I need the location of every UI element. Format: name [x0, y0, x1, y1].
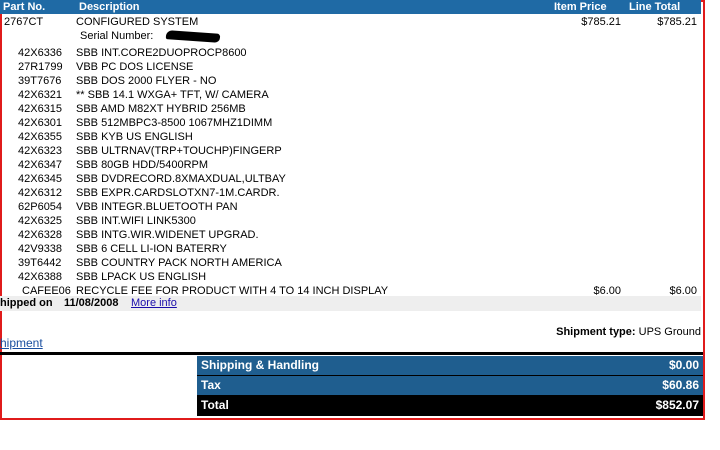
- description: SBB 512MBPC3-8500 1067MHZ1DIMM: [76, 117, 273, 129]
- part-no: 42X6388: [18, 271, 63, 283]
- col-item-price: Item Price: [554, 1, 607, 13]
- part-no: 27R1799: [18, 61, 63, 73]
- description: SBB COUNTRY PACK NORTH AMERICA: [76, 257, 282, 269]
- shipment-type: Shipment type: UPS Ground: [556, 325, 701, 339]
- totals-divider: [0, 352, 703, 355]
- serial-row: Serial Number:: [0, 29, 701, 43]
- table-row: 42X6336 SBB INT.CORE2DUOPROCP8600: [0, 46, 701, 60]
- description: SBB INTG.WIR.WIDENET UPGRAD.: [76, 229, 259, 241]
- totals-table: Shipping & Handling $0.00 Tax $60.86 Tot…: [197, 356, 703, 416]
- description: SBB AMD M82XT HYBRID 256MB: [76, 103, 246, 115]
- description: VBB INTEGR.BLUETOOTH PAN: [76, 201, 238, 213]
- part-no: 42X6345: [18, 173, 63, 185]
- table-row: 42X6323 SBB ULTRNAV(TRP+TOUCHP)FINGERP: [0, 144, 701, 158]
- description: SBB LPACK US ENGLISH: [76, 271, 207, 283]
- tax-row: Tax $60.86: [197, 376, 703, 396]
- part-no: 42X6328: [18, 229, 63, 241]
- part-no: 42X6323: [18, 145, 63, 157]
- shipment-type-label: Shipment type:: [556, 326, 636, 338]
- table-row: 42V9338 SBB 6 CELL LI-ION BATERRY: [0, 242, 701, 256]
- description: SBB ULTRNAV(TRP+TOUCHP)FINGERP: [76, 145, 282, 157]
- tax-value: $60.86: [662, 378, 699, 392]
- shipment-link[interactable]: hipment: [0, 336, 43, 350]
- shipped-bar: hipped on 11/08/2008 More info: [0, 296, 701, 311]
- description: SBB EXPR.CARDSLOTXN7-1M.CARDR.: [76, 187, 280, 199]
- description: VBB PC DOS LICENSE: [76, 61, 194, 73]
- table-row: 27R1799 VBB PC DOS LICENSE: [0, 60, 701, 74]
- part-no: 39T7676: [18, 75, 62, 87]
- main-item-row: 2767CT CONFIGURED SYSTEM $785.21 $785.21: [0, 15, 701, 29]
- description: ** SBB 14.1 WXGA+ TFT, W/ CAMERA: [76, 89, 269, 101]
- tax-label: Tax: [201, 378, 221, 392]
- table-row: 42X6347 SBB 80GB HDD/5400RPM: [0, 158, 701, 172]
- table-header: Part No. Description Item Price Line Tot…: [0, 0, 701, 14]
- part-no: 39T6442: [18, 257, 62, 269]
- table-row: 42X6301 SBB 512MBPC3-8500 1067MHZ1DIMM: [0, 116, 701, 130]
- part-no: 42V9338: [18, 243, 63, 255]
- shipment-type-value: UPS Ground: [638, 326, 701, 338]
- table-row: 62P6054 VBB INTEGR.BLUETOOTH PAN: [0, 200, 701, 214]
- main-part-no: 2767CT: [4, 16, 44, 28]
- table-row: 42X6312 SBB EXPR.CARDSLOTXN7-1M.CARDR.: [0, 186, 701, 200]
- serial-label: Serial Number:: [80, 30, 154, 42]
- table-row: 42X6328 SBB INTG.WIR.WIDENET UPGRAD.: [0, 228, 701, 242]
- table-row: 42X6321 ** SBB 14.1 WXGA+ TFT, W/ CAMERA: [0, 88, 701, 102]
- description: SBB 6 CELL LI-ION BATERRY: [76, 243, 227, 255]
- shipped-date: 11/08/2008: [64, 297, 119, 309]
- description: SBB DVDRECORD.8XMAXDUAL,ULTBAY: [76, 173, 286, 185]
- table-row: 42X6345 SBB DVDRECORD.8XMAXDUAL,ULTBAY: [0, 172, 701, 186]
- main-description: CONFIGURED SYSTEM: [76, 16, 199, 28]
- total-label: Total: [201, 398, 229, 412]
- more-info-link[interactable]: More info: [131, 296, 177, 311]
- description: SBB 80GB HDD/5400RPM: [76, 159, 209, 171]
- table-row: 42X6388 SBB LPACK US ENGLISH: [0, 270, 701, 284]
- part-no: 42X6321: [18, 89, 63, 101]
- table-row: 42X6355 SBB KYB US ENGLISH: [0, 130, 701, 144]
- shipping-handling-value: $0.00: [668, 358, 699, 372]
- col-part-no: Part No.: [3, 1, 46, 13]
- part-no: 42X6355: [18, 131, 63, 143]
- col-line-total: Line Total: [629, 1, 681, 13]
- part-no: 42X6312: [18, 187, 63, 199]
- part-no: 42X6336: [18, 47, 63, 59]
- main-item-price: $785.21: [581, 16, 621, 28]
- part-no: 62P6054: [18, 201, 63, 213]
- serial-redaction: [165, 30, 221, 43]
- main-line-total: $785.21: [657, 16, 697, 28]
- description: SBB DOS 2000 FLYER - NO: [76, 75, 217, 87]
- description: SBB INT.WIFI LINK5300: [76, 215, 196, 227]
- description: SBB INT.CORE2DUOPROCP8600: [76, 47, 247, 59]
- description: SBB KYB US ENGLISH: [76, 131, 193, 143]
- shipping-handling-label: Shipping & Handling: [201, 358, 319, 372]
- part-no: 42X6301: [18, 117, 63, 129]
- table-row: 42X6325 SBB INT.WIFI LINK5300: [0, 214, 701, 228]
- part-no: 42X6325: [18, 215, 63, 227]
- table-row: 39T6442 SBB COUNTRY PACK NORTH AMERICA: [0, 256, 701, 270]
- table-row: 42X6315 SBB AMD M82XT HYBRID 256MB: [0, 102, 701, 116]
- shipped-label: hipped on: [0, 297, 53, 309]
- total-value: $852.07: [655, 398, 699, 412]
- part-no: 42X6315: [18, 103, 63, 115]
- part-no: 42X6347: [18, 159, 63, 171]
- grand-total-row: Total $852.07: [197, 396, 703, 416]
- table-row: 39T7676 SBB DOS 2000 FLYER - NO: [0, 74, 701, 88]
- shipping-handling-row: Shipping & Handling $0.00: [197, 356, 703, 376]
- col-description: Description: [79, 1, 140, 13]
